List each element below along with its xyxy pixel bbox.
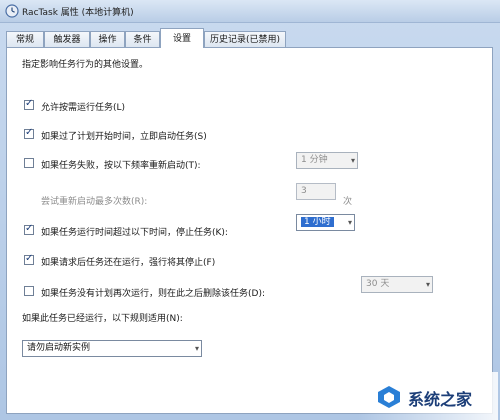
chevron-down-icon: ▾ xyxy=(194,344,199,353)
restart-attempts-field[interactable]: 3 xyxy=(296,183,336,200)
rule-dropdown[interactable]: 请勿启动新实例 ▾ xyxy=(22,340,202,357)
title-bar: RacTask 属性 (本地计算机) xyxy=(0,0,500,23)
delete-after-value: 30 天 xyxy=(366,279,390,289)
check-icon: ✓ xyxy=(25,253,34,264)
stop-duration-value: 1 小时 xyxy=(301,217,334,227)
run-missed-label: 如果过了计划开始时间，立即启动任务(S) xyxy=(41,132,207,142)
settings-description: 指定影响任务行为的其他设置。 xyxy=(22,60,149,70)
stop-if-longer-label: 如果任务运行时间超过以下时间，停止任务(K): xyxy=(41,228,228,238)
stop-duration-dropdown[interactable]: 1 小时 ▾ xyxy=(296,214,355,231)
restart-attempts-label: 尝试重新启动最多次数(R): xyxy=(41,197,148,207)
rule-value: 请勿启动新实例 xyxy=(27,343,91,353)
check-icon: ✓ xyxy=(25,223,34,234)
rule-label: 如果此任务已经运行，以下规则适用(N): xyxy=(22,314,183,324)
allow-on-demand-label: 允许按需运行任务(L) xyxy=(41,103,126,113)
watermark-text: 系统之家 xyxy=(408,390,473,409)
tab-history[interactable]: 历史记录(已禁用) xyxy=(204,31,286,47)
settings-panel: 指定影响任务行为的其他设置。 ✓ 允许按需运行任务(L) ✓ 如果过了计划开始时… xyxy=(6,47,493,414)
check-icon: ✓ xyxy=(25,98,34,109)
tab-actions[interactable]: 操作 xyxy=(90,31,125,47)
restart-attempts-unit: 次 xyxy=(343,197,353,207)
check-icon: ✓ xyxy=(25,127,34,138)
restart-interval-value: 1 分钟 xyxy=(301,155,328,165)
chevron-down-icon: ▾ xyxy=(347,218,352,227)
properties-window: RacTask 属性 (本地计算机) 常规 触发器 操作 条件 设置 历史记录(… xyxy=(0,0,500,420)
clock-icon xyxy=(5,4,19,18)
window-title: RacTask 属性 (本地计算机) xyxy=(22,8,134,18)
watermark: 系统之家 xyxy=(358,372,498,420)
chevron-down-icon: ▾ xyxy=(425,280,430,289)
tab-general[interactable]: 常规 xyxy=(6,31,44,47)
restart-interval-dropdown[interactable]: 1 分钟 ▾ xyxy=(296,152,358,169)
chevron-down-icon: ▾ xyxy=(350,156,355,165)
force-stop-checkbox[interactable]: ✓ xyxy=(24,253,34,265)
allow-on-demand-checkbox[interactable]: ✓ xyxy=(24,98,34,110)
stop-if-longer-checkbox[interactable]: ✓ xyxy=(24,223,34,235)
tab-settings[interactable]: 设置 xyxy=(160,28,204,48)
run-missed-checkbox[interactable]: ✓ xyxy=(24,127,34,139)
restart-on-fail-label: 如果任务失败，按以下频率重新启动(T): xyxy=(41,161,201,171)
delete-if-not-scheduled-checkbox[interactable] xyxy=(24,286,34,296)
tab-triggers[interactable]: 触发器 xyxy=(44,31,90,47)
restart-on-fail-checkbox[interactable] xyxy=(24,158,34,168)
force-stop-label: 如果请求后任务还在运行，强行将其停止(F) xyxy=(41,258,216,268)
delete-if-not-scheduled-label: 如果任务没有计划再次运行，则在此之后删除该任务(D): xyxy=(41,289,265,299)
delete-after-dropdown[interactable]: 30 天 ▾ xyxy=(361,276,433,293)
watermark-logo-icon xyxy=(378,386,400,408)
tab-conditions[interactable]: 条件 xyxy=(125,31,160,47)
